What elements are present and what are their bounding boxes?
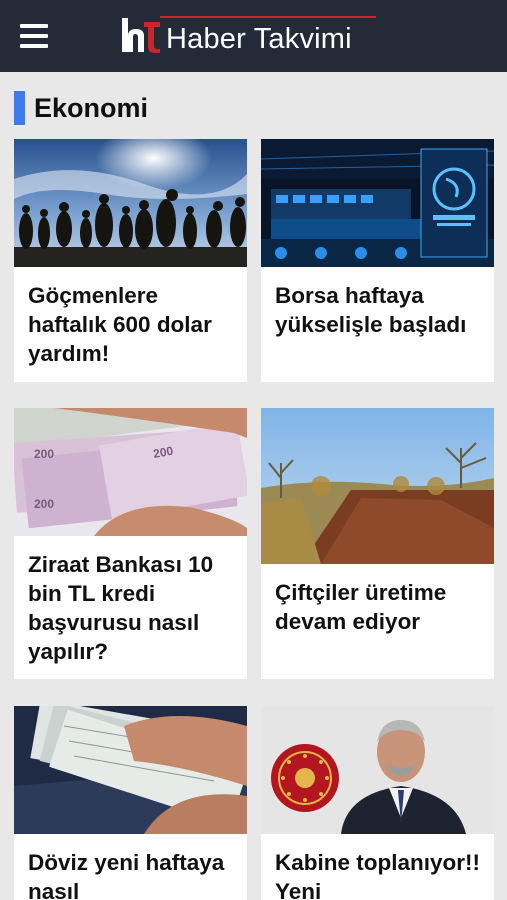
logo-line <box>160 16 376 18</box>
hamburger-menu-icon[interactable] <box>20 24 48 48</box>
news-card[interactable]: 200 200 200 Ziraat Bankası 10 bin TL kre… <box>14 408 247 679</box>
lira-banknotes-photo[interactable]: 200 200 200 <box>14 408 247 536</box>
section-title: Ekonomi <box>34 93 149 123</box>
news-card[interactable]: Göçmenlere haftalık 600 dolar yardım! <box>14 139 247 382</box>
article-title[interactable]: Göçmenlere haftalık 600 dolar yardım! <box>28 281 237 368</box>
logo-text: Haber Takvimi <box>166 23 352 55</box>
logo-mark-icon <box>122 18 160 53</box>
migrants-photo[interactable] <box>14 139 247 267</box>
article-title[interactable]: Borsa haftaya yükselişle başladı <box>275 281 484 339</box>
farmland-photo[interactable] <box>261 408 494 564</box>
news-card[interactable]: Kabine toplanıyor!! Yeni <box>261 706 494 900</box>
dollar-banknotes-photo[interactable] <box>14 706 247 834</box>
site-logo[interactable]: Haber Takvimi <box>120 14 380 58</box>
article-title[interactable]: Kabine toplanıyor!! Yeni <box>275 848 484 900</box>
section-accent-bar <box>14 91 25 125</box>
news-card[interactable]: Çiftçiler üretime devam ediyor <box>261 408 494 679</box>
article-title[interactable]: Ziraat Bankası 10 bin TL kredi başvurusu… <box>28 550 237 666</box>
article-title[interactable]: Çiftçiler üretime devam ediyor <box>275 578 484 636</box>
svg-text:200: 200 <box>34 497 54 511</box>
news-card[interactable]: Döviz yeni haftaya nasıl <box>14 706 247 900</box>
news-card[interactable]: Borsa haftaya yükselişle başladı <box>261 139 494 382</box>
svg-text:200: 200 <box>34 447 54 461</box>
article-title[interactable]: Döviz yeni haftaya nasıl <box>28 848 237 900</box>
borsa-istanbul-photo[interactable] <box>261 139 494 267</box>
president-photo[interactable] <box>261 706 494 834</box>
top-navigation-bar: Haber Takvimi <box>0 0 507 72</box>
